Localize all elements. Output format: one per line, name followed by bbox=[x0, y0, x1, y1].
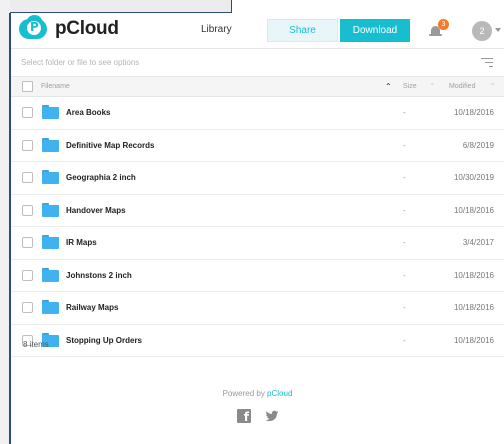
pcloud-link[interactable]: pCloud bbox=[267, 389, 292, 398]
table-row[interactable]: Johnstons 2 inch - 10/18/2016 bbox=[11, 260, 504, 292]
row-checkbox[interactable] bbox=[22, 172, 33, 183]
table-row[interactable]: Handover Maps - 10/18/2016 bbox=[11, 195, 504, 227]
column-modified[interactable]: Modified bbox=[449, 83, 475, 90]
table-row[interactable]: Geographia 2 inch - 10/30/2019 bbox=[11, 162, 504, 195]
folder-icon bbox=[42, 170, 59, 184]
row-checkbox[interactable] bbox=[22, 139, 33, 151]
row-modified: 10/18/2016 bbox=[453, 205, 494, 215]
row-checkbox[interactable] bbox=[22, 237, 33, 248]
folder-icon bbox=[42, 235, 59, 249]
row-filename[interactable]: Geographia 2 inch bbox=[66, 173, 136, 182]
header-bar: P pCloud Library Share Download 3 2 bbox=[11, 13, 504, 49]
notification-badge: 3 bbox=[438, 19, 449, 30]
share-button[interactable]: Share bbox=[267, 19, 338, 42]
powered-by-text: Powered by bbox=[222, 389, 268, 398]
folder-icon bbox=[42, 105, 59, 119]
chevron-down-icon[interactable] bbox=[495, 28, 501, 32]
download-button[interactable]: Download bbox=[340, 19, 410, 42]
row-modified: 10/30/2019 bbox=[453, 173, 494, 182]
row-filename[interactable]: Area Books bbox=[66, 108, 110, 117]
row-modified: 10/18/2016 bbox=[453, 303, 494, 312]
row-size: - bbox=[403, 108, 406, 117]
row-checkbox[interactable] bbox=[22, 204, 33, 216]
sort-up-icon[interactable]: ⌃ bbox=[385, 82, 392, 91]
row-checkbox[interactable] bbox=[22, 269, 33, 281]
row-filename[interactable]: Definitive Map Records bbox=[66, 141, 154, 150]
sort-icon[interactable] bbox=[481, 58, 493, 68]
row-checkbox[interactable] bbox=[22, 302, 33, 313]
row-modified: 6/8/2019 bbox=[462, 140, 494, 150]
pcloud-logo[interactable]: P pCloud bbox=[19, 15, 119, 41]
size-sort-icon[interactable]: ⌃ bbox=[429, 82, 436, 91]
logo-text: pCloud bbox=[55, 18, 119, 39]
table-row[interactable]: IR Maps - 3/4/2017 bbox=[11, 227, 504, 260]
row-size: - bbox=[403, 238, 406, 247]
column-filename[interactable]: Filename bbox=[41, 83, 70, 90]
row-size: - bbox=[403, 303, 406, 312]
folder-icon bbox=[42, 137, 59, 152]
row-modified: 10/18/2016 bbox=[453, 270, 494, 280]
row-size: - bbox=[403, 335, 406, 345]
table-row[interactable]: Area Books - 10/18/2016 bbox=[11, 97, 504, 130]
library-link[interactable]: Library bbox=[201, 24, 232, 35]
social-links: f bbox=[237, 409, 279, 424]
folder-icon bbox=[42, 267, 59, 282]
row-filename[interactable]: IR Maps bbox=[66, 238, 97, 247]
table-row[interactable]: Stopping Up Orders - 10/18/2016 bbox=[11, 325, 504, 357]
pcloud-cloud-icon: P bbox=[19, 15, 49, 41]
row-size: - bbox=[403, 140, 406, 150]
pcloud-share-panel: P pCloud Library Share Download 3 2 Sele… bbox=[11, 13, 504, 444]
column-size[interactable]: Size bbox=[403, 83, 417, 90]
facebook-icon[interactable]: f bbox=[237, 409, 251, 424]
row-filename[interactable]: Handover Maps bbox=[66, 206, 126, 215]
row-modified: 10/18/2016 bbox=[453, 335, 494, 345]
table-row[interactable]: Definitive Map Records - 6/8/2019 bbox=[11, 130, 504, 162]
row-checkbox[interactable] bbox=[22, 107, 33, 118]
twitter-icon[interactable] bbox=[265, 409, 279, 423]
table-row[interactable]: Railway Maps - 10/18/2016 bbox=[11, 292, 504, 325]
row-size: - bbox=[403, 270, 406, 280]
items-count: 8 items bbox=[23, 340, 49, 349]
row-modified: 10/18/2016 bbox=[453, 108, 494, 117]
toolbar: Select folder or file to see options bbox=[11, 49, 504, 77]
logo-letter: P bbox=[30, 20, 39, 34]
modified-sort-icon[interactable]: ⌃ bbox=[489, 82, 496, 91]
background-window-strip bbox=[0, 0, 232, 13]
table-header: Filename ⌃ Size ⌃ Modified ⌃ bbox=[11, 77, 504, 97]
folder-icon bbox=[42, 202, 59, 217]
powered-by: Powered by pCloud bbox=[11, 389, 504, 398]
selection-hint: Select folder or file to see options bbox=[21, 58, 140, 67]
row-filename[interactable]: Railway Maps bbox=[66, 303, 118, 312]
select-all-checkbox[interactable] bbox=[22, 81, 33, 92]
row-filename[interactable]: Johnstons 2 inch bbox=[66, 271, 132, 280]
file-list: Area Books - 10/18/2016 Definitive Map Reco… bbox=[11, 97, 504, 357]
row-size: - bbox=[403, 205, 406, 215]
avatar[interactable]: 2 bbox=[472, 21, 492, 41]
row-modified: 3/4/2017 bbox=[462, 238, 494, 247]
row-size: - bbox=[403, 173, 406, 182]
folder-icon bbox=[42, 300, 59, 314]
row-filename[interactable]: Stopping Up Orders bbox=[66, 336, 142, 345]
